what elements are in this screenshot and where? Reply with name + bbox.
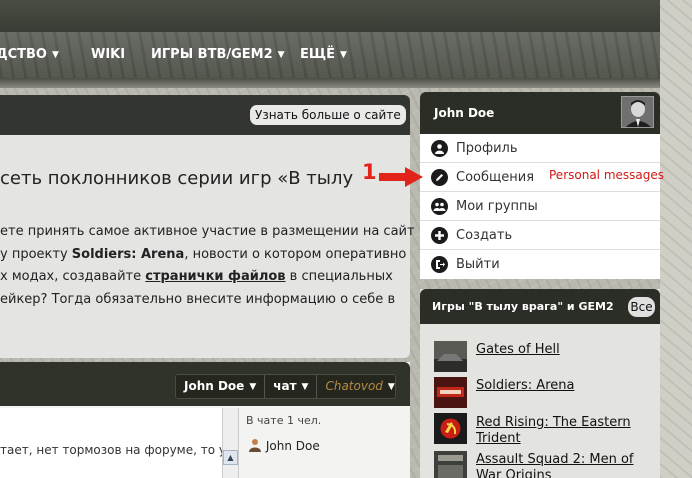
chat-tabs: John Doe ▼ чат ▼ Chatovod ▼ (175, 374, 396, 399)
background-strip (660, 0, 692, 478)
intro-text: ете принять самое активное участие в раз… (0, 221, 415, 311)
games-box: Игры "В тылу врага" и GEM2 Все Gates of … (420, 289, 660, 478)
chat-scrollbar[interactable]: ▲ (222, 408, 238, 478)
group-icon (431, 197, 448, 215)
game-thumbnail (434, 377, 467, 408)
text-fragment: в специальных (285, 269, 393, 284)
file-pages-link[interactable]: странички файлов (145, 269, 285, 284)
caret-down-icon: ▼ (249, 382, 257, 392)
nav-item-label: ЕЩЁ (300, 47, 335, 62)
text-fragment: х модах, создавайте (0, 269, 146, 284)
avatar[interactable] (621, 96, 654, 128)
chat-tab-label: чат (273, 379, 297, 393)
caret-down-icon: ▼ (51, 50, 59, 60)
game-name: Gates of Hell (476, 342, 560, 357)
soldiers-arena-mention: Soldiers: Arena (71, 246, 185, 262)
game-thumbnail (434, 413, 467, 444)
chat-widget: John Doe ▼ чат ▼ Chatovod ▼ тает, нет тормо… (0, 362, 410, 478)
nav-border (0, 78, 660, 88)
nav-item-wiki[interactable]: WIKI (91, 47, 125, 62)
caret-down-icon: ▼ (301, 382, 309, 392)
text-fragment: у проекту (0, 246, 72, 262)
chat-messages: тает, нет тормозов на форуме, то у (0, 408, 238, 478)
menu-item-logout[interactable]: Выйти (420, 250, 660, 279)
chat-divider (238, 408, 239, 478)
user-menu-box: John Doe Профиль Сообщения Мои группы Со… (420, 92, 660, 279)
game-item[interactable]: Assault Squad 2: Men of War Origins (434, 451, 660, 478)
menu-item-label: Выйти (456, 257, 500, 272)
chat-user-item[interactable]: John Doe (248, 438, 320, 453)
intro-panel-header: Узнать больше о сайте (0, 95, 410, 135)
caret-down-icon: ▼ (340, 50, 347, 60)
nav-item-more[interactable]: ЕЩЁ ▼ (300, 47, 347, 62)
intro-text-line: х модах, создавайте странички файлов в с… (0, 266, 415, 289)
chat-header: John Doe ▼ чат ▼ Chatovod ▼ (0, 362, 410, 406)
menu-item-label: Сообщения (456, 169, 535, 185)
caret-down-icon: ▼ (387, 382, 395, 392)
scroll-up-icon[interactable]: ▲ (223, 450, 238, 465)
games-header: Игры "В тылу врага" и GEM2 Все (420, 289, 660, 324)
intro-title: сеть поклонников серии игр «В тылу (0, 168, 354, 189)
intro-text-line: у проекту Soldiers: Arena, новости о кот… (0, 244, 415, 267)
user-menu-header: John Doe (420, 92, 660, 134)
chat-user-name: John Doe (265, 439, 320, 453)
user-name[interactable]: John Doe (434, 106, 494, 120)
game-thumbnail (434, 341, 467, 372)
chat-room-dropdown[interactable]: чат ▼ (265, 375, 318, 398)
nav-item-games[interactable]: ИГРЫ ВТВ/GEM2 ▼ (151, 47, 285, 62)
user-icon (431, 139, 448, 157)
all-games-button[interactable]: Все (628, 297, 655, 317)
menu-item-groups[interactable]: Мои группы (420, 192, 660, 221)
chat-message: тает, нет тормозов на форуме, то у (0, 443, 226, 457)
annotation-arrow-icon (379, 167, 423, 187)
annotation-text: Personal messages (549, 168, 665, 182)
menu-item-create[interactable]: Создать (420, 221, 660, 250)
chat-user-dropdown[interactable]: John Doe ▼ (176, 375, 266, 398)
text-fragment: , новости о котором оперативно (184, 246, 407, 262)
chat-users-count: В чате 1 чел. (246, 414, 322, 427)
game-name: Red Rising: The Eastern Trident (476, 415, 631, 446)
menu-item-label: Создать (456, 227, 513, 243)
games-title: Игры "В тылу врага" и GEM2 (432, 300, 614, 313)
menu-item-profile[interactable]: Профиль (420, 134, 660, 163)
chat-tab-label: John Doe (184, 379, 245, 393)
menu-item-label: Мои группы (456, 198, 538, 214)
top-bar (0, 0, 660, 32)
game-thumbnail (434, 451, 467, 478)
game-name: Assault Squad 2: Men of War Origins (476, 452, 634, 478)
intro-panel: Узнать больше о сайте сеть поклонников с… (0, 95, 415, 358)
game-item[interactable]: Red Rising: The Eastern Trident (434, 413, 660, 447)
pencil-icon (431, 168, 448, 186)
game-name: Soldiers: Arena (476, 378, 575, 393)
logout-icon (431, 256, 448, 273)
nav-item-label: ДСТВО (0, 47, 47, 62)
game-item[interactable]: Gates of Hell (434, 341, 660, 375)
nav-item-community[interactable]: ДСТВО ▼ (0, 47, 59, 62)
chatovod-logo: Chatovod (325, 379, 383, 393)
menu-item-label: Профиль (456, 140, 518, 156)
intro-text-line: ейкер? Тогда обязательно внесите информа… (0, 291, 396, 307)
plus-icon (431, 226, 448, 244)
caret-down-icon: ▼ (277, 50, 285, 60)
nav-item-label: ИГРЫ ВТВ/GEM2 (151, 47, 273, 62)
annotation-number: 1 (362, 160, 377, 184)
chatovod-menu[interactable]: Chatovod ▼ (317, 375, 401, 398)
intro-text-line: ете принять самое активное участие в раз… (0, 224, 415, 239)
nav-item-label: WIKI (91, 47, 126, 62)
game-item[interactable]: Soldiers: Arena (434, 377, 660, 411)
user-icon (249, 439, 261, 452)
learn-more-button[interactable]: Узнать больше о сайте (250, 105, 406, 125)
